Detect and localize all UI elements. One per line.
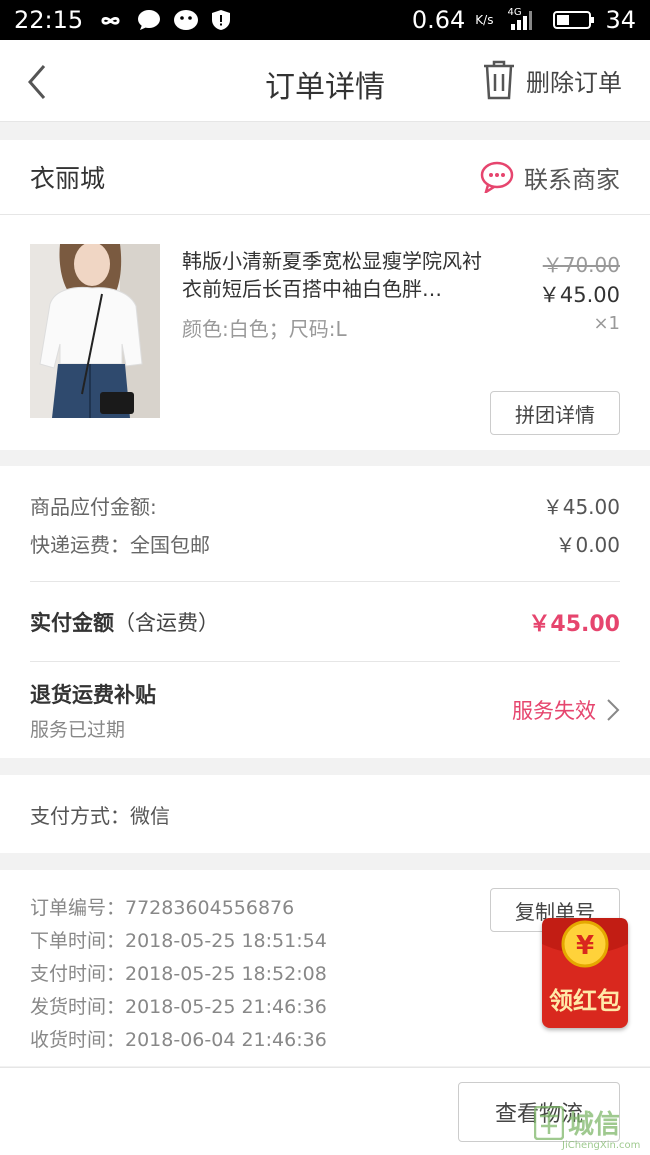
paid-amount-row: 实付金额（含运费） ￥45.00 bbox=[30, 582, 620, 661]
trash-icon bbox=[484, 60, 514, 100]
red-packet-label: 领红包 bbox=[549, 987, 621, 1015]
status-time: 22:15 bbox=[14, 6, 84, 34]
delete-order-button[interactable]: 删除订单 bbox=[482, 60, 622, 100]
shipping-value: ￥0.00 bbox=[555, 532, 620, 557]
subsidy-title: 退货运费补贴 bbox=[30, 682, 156, 707]
payment-time: 支付时间：2018-05-25 18:52:08 bbox=[30, 963, 327, 985]
product-title[interactable]: 韩版小清新夏季宽松显瘦学院风衬衣前短后长百搭中袖白色胖… bbox=[182, 247, 492, 303]
chevron-right-icon bbox=[607, 699, 620, 721]
battery-icon bbox=[553, 9, 595, 31]
watermark-logo-icon bbox=[534, 1106, 564, 1140]
amount-summary-card: 商品应付金额: ￥45.00 快递运费：全国包邮 ￥0.00 实付金额（含运费）… bbox=[0, 466, 650, 758]
subsidy-subtitle: 服务已过期 bbox=[30, 718, 126, 741]
subsidy-status-link[interactable]: 服务失效 bbox=[512, 695, 620, 725]
status-bar: 22:15 0.64 K/s 4G 34 bbox=[0, 0, 650, 40]
current-price: ￥45.00 bbox=[538, 283, 620, 307]
shop-name[interactable]: 衣丽城 bbox=[30, 159, 105, 195]
battery-level: 34 bbox=[605, 6, 636, 34]
red-packet-button[interactable]: ¥ 领红包 bbox=[542, 918, 628, 1028]
delete-order-label: 删除订单 bbox=[526, 68, 622, 97]
goods-amount-row: 商品应付金额: ￥45.00 bbox=[30, 486, 620, 524]
order-item[interactable]: 韩版小清新夏季宽松显瘦学院风衬衣前短后长百搭中袖白色胖… 颜色:白色；尺码:L … bbox=[0, 215, 650, 450]
group-buy-details-button[interactable]: 拼团详情 bbox=[490, 391, 620, 435]
watermark-url: JiChengXin.com bbox=[562, 1140, 641, 1151]
receive-time: 收货时间：2018-06-04 21:46:36 bbox=[30, 1029, 327, 1051]
chat-icon bbox=[480, 161, 514, 193]
contact-seller-label: 联系商家 bbox=[524, 165, 620, 194]
top-nav-bar: 订单详情 删除订单 bbox=[0, 40, 650, 122]
paid-amount-label: 实付金额（含运费） bbox=[30, 610, 219, 635]
payment-method: 支付方式：微信 bbox=[30, 803, 170, 828]
payment-method-card: 支付方式：微信 bbox=[0, 775, 650, 853]
product-image[interactable] bbox=[30, 244, 160, 418]
subsidy-status: 服务失效 bbox=[512, 699, 596, 723]
wechat-icon bbox=[173, 9, 199, 31]
shop-card: 衣丽城 联系商家 韩版小清新夏季宽松显瘦学院风衬衣前短后长百搭中袖白色胖… 颜色… bbox=[0, 140, 650, 450]
infinity-icon bbox=[95, 12, 125, 28]
coin-icon: ¥ bbox=[542, 918, 628, 968]
paid-amount-note: （含运费） bbox=[114, 610, 219, 635]
contact-seller-button[interactable]: 联系商家 bbox=[480, 160, 620, 195]
quantity: ×1 bbox=[593, 313, 620, 334]
shipping-row: 快递运费：全国包邮 ￥0.00 bbox=[30, 524, 620, 562]
product-spec: 颜色:白色；尺码:L bbox=[182, 317, 347, 341]
goods-amount-value: ￥45.00 bbox=[542, 494, 620, 519]
shipping-label: 快递运费：全国包邮 bbox=[30, 532, 210, 557]
paid-amount-value: ￥45.00 bbox=[528, 611, 620, 637]
shop-header: 衣丽城 联系商家 bbox=[0, 140, 650, 215]
shield-icon bbox=[211, 9, 231, 31]
coin-symbol: ¥ bbox=[576, 931, 594, 961]
shipping-time: 发货时间：2018-05-25 21:46:36 bbox=[30, 996, 327, 1018]
speed-unit: K/s bbox=[475, 13, 494, 27]
return-shipping-subsidy-row[interactable]: 退货运费补贴 服务已过期 服务失效 bbox=[30, 662, 620, 758]
network-speed: 0.64 bbox=[411, 6, 466, 34]
watermark: 城信 JiChengXin.com bbox=[532, 1104, 648, 1154]
original-price: ￥70.00 bbox=[542, 253, 620, 277]
goods-amount-label: 商品应付金额: bbox=[30, 494, 157, 519]
watermark-text: 城信 bbox=[568, 1110, 621, 1140]
chat-bubble-icon bbox=[137, 9, 161, 31]
subsidy-text: 退货运费补贴 服务已过期 bbox=[30, 679, 156, 742]
